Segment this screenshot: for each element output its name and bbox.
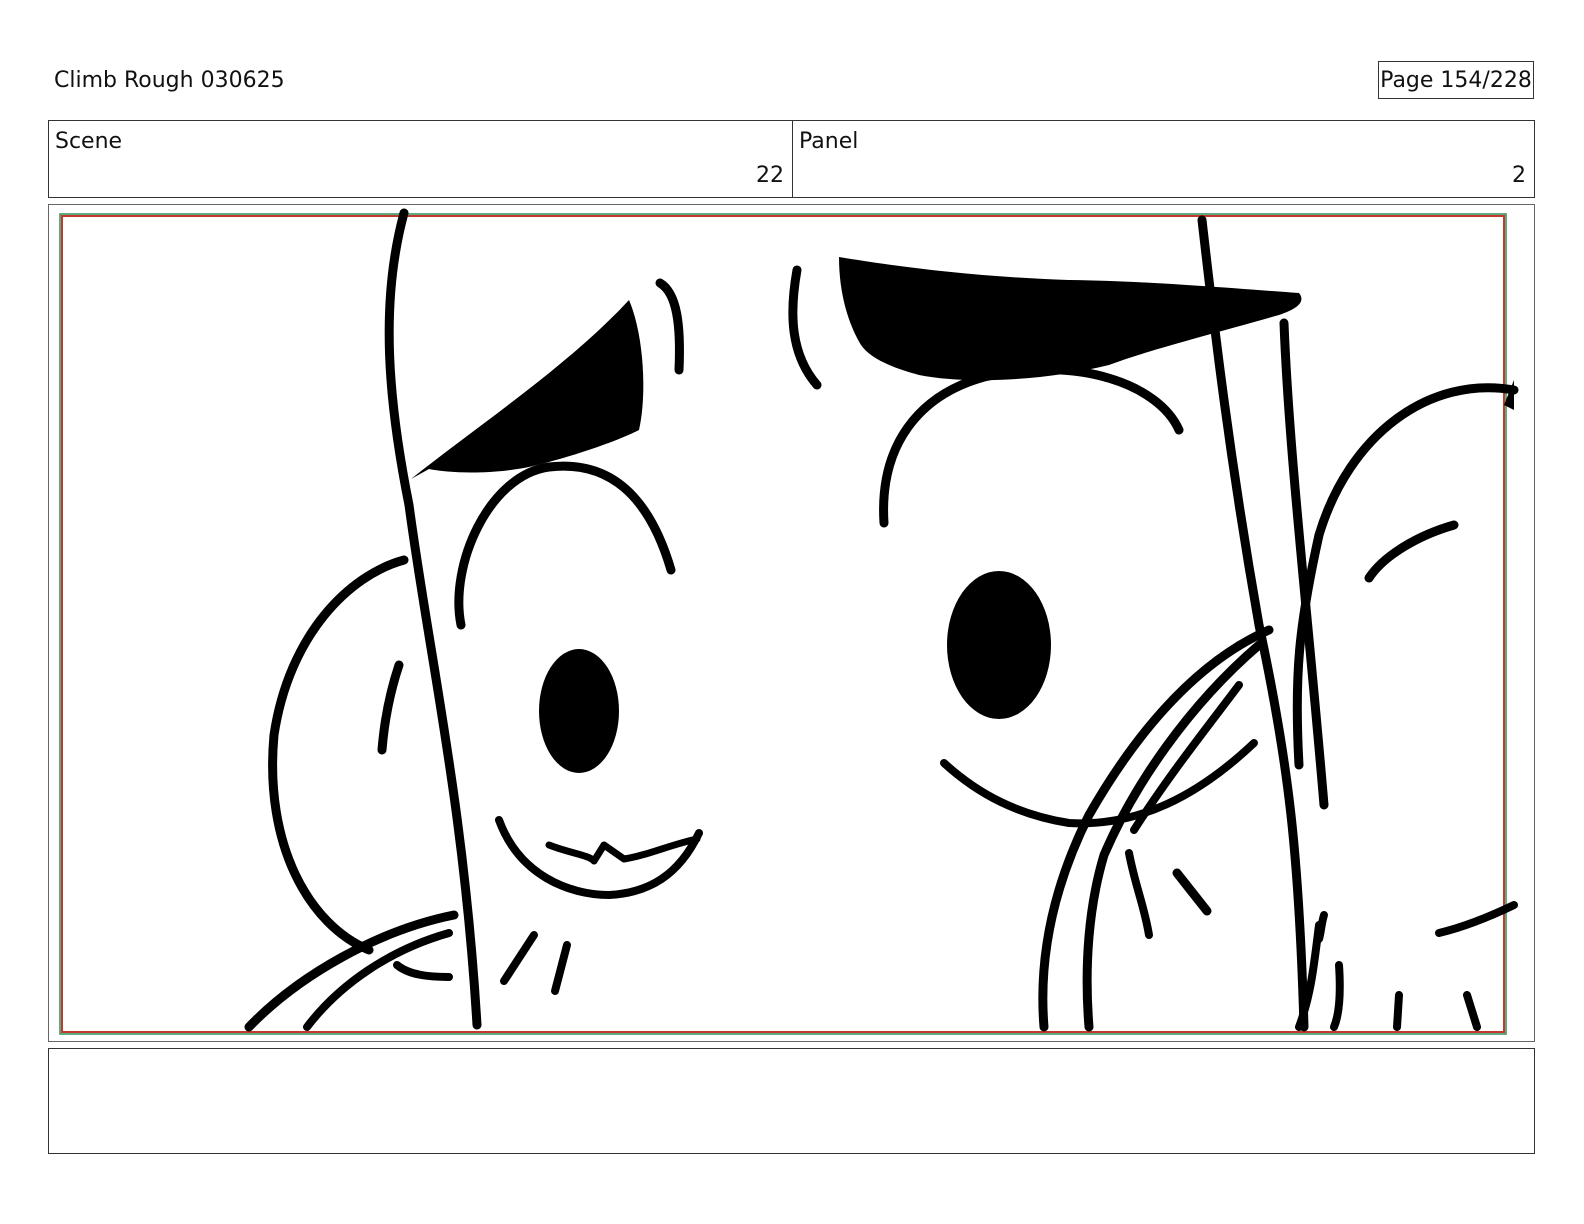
page-number: Page 154/228 [1378, 61, 1534, 99]
scene-panel-info: Scene 22 Panel 2 [48, 120, 1535, 198]
panel-cell: Panel 2 [793, 121, 1534, 197]
panel-notes [48, 1048, 1535, 1154]
scene-number: 22 [756, 163, 784, 188]
scene-label: Scene [55, 129, 123, 154]
document-title: Climb Rough 030625 [54, 68, 285, 93]
character-left-fills [411, 300, 644, 773]
panel-number: 2 [1512, 163, 1526, 188]
panel-label: Panel [799, 129, 859, 154]
scene-cell: Scene 22 [49, 121, 793, 197]
character-right-fills [839, 257, 1514, 719]
safe-area-green [59, 213, 1507, 1035]
storyboard-frame [48, 204, 1535, 1042]
storyboard-sketch [59, 208, 1519, 1035]
